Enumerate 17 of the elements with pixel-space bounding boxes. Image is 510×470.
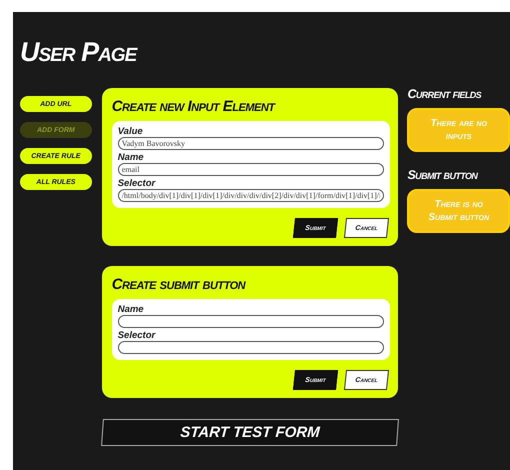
empty-message: There is no Submit button [407,189,510,233]
card-title: Create submit button [112,276,247,293]
field-label: Selector [118,178,156,189]
empty-message: There are no inputs [407,108,510,152]
field-label: Name [118,304,145,315]
field-label: Selector [118,330,156,341]
field-label: Value [118,126,144,137]
field-label: Name [118,152,145,163]
section-heading: Submit button [407,168,479,182]
input-field[interactable]: email [118,163,384,176]
input-field[interactable]: Vadym Bavorovsky [118,137,384,150]
page-title: User Page [20,36,138,68]
input-field[interactable] [118,315,384,328]
card-title: Create new Input Element [112,98,277,115]
section-heading: Current fields [407,87,482,101]
input-field[interactable] [118,341,384,354]
start-button[interactable]: START TEST FORM [100,419,399,446]
